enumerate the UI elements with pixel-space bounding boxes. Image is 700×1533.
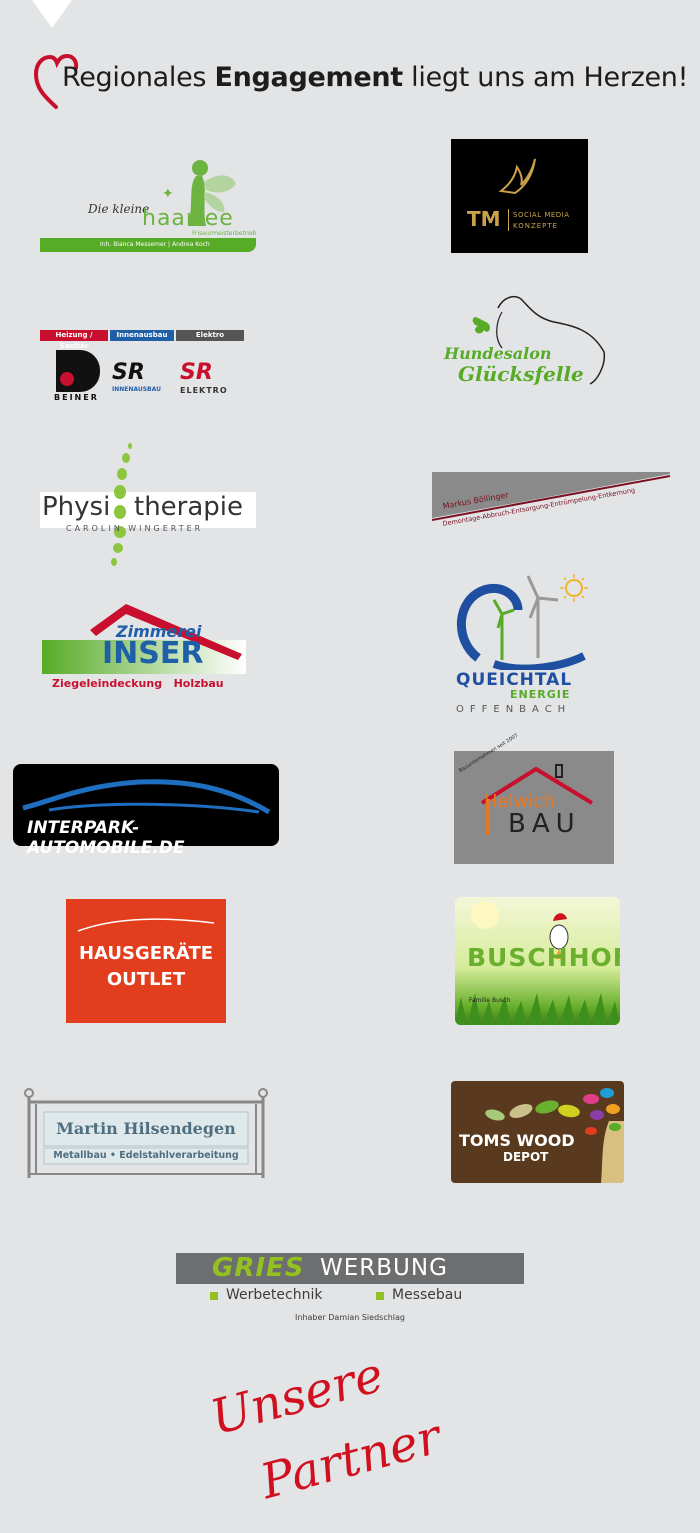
logo-haarfee[interactable]: ✦ Die kleine haarfee Friseurmeisterbetri… [38,150,258,254]
logo-gries-werbung[interactable]: GRIES WERBUNG Werbetechnik Messebau Inha… [176,1253,524,1329]
logo-interpark[interactable]: INTERPARK-AUTOMOBILE.DE [13,764,279,858]
sr-elektro-mark: SR [180,360,213,385]
zimmerei-line3: Ziegeleindeckung Holzbau [52,677,224,690]
zimmerei-line2: INSER [102,636,204,671]
haarfee-name: haarfee [142,206,234,231]
physio-name-part2: therapie [134,492,244,522]
haarfee-sub: Friseurmeisterbetrieb [192,230,257,237]
car-icon [22,779,271,815]
buschhof-family: Familie Busch [469,997,511,1004]
tomswood-line2: DEPOT [503,1150,549,1164]
haarfee-owners: Inh. Bianca Messemer | Andrea Koch [100,241,210,248]
logo-hausgeraete-outlet[interactable]: HAUSGERÄTE OUTLET [66,899,226,1023]
phoenix-icon [498,158,536,195]
logo-tm-social-media[interactable]: TM SOCIAL MEDIA KONZEPTE [451,139,588,253]
hundesalon-line2: Glücksfelle [458,362,584,386]
gries-brand: GRIES [212,1253,305,1283]
hilsendegen-name: Martin Hilsendegen [56,1119,236,1138]
swoosh-icon [77,918,215,932]
spine-icon [111,443,132,566]
svg-text:✦: ✦ [162,186,174,202]
queichtal-line3: OFFENBACH [456,704,572,715]
logo-buschhof[interactable]: BUSCHHOF Familie Busch [455,897,620,1025]
logo-toms-wood-depot[interactable]: TOMS WOOD DEPOT [451,1081,624,1183]
beiner-name: BEINER [54,393,99,402]
page-headline: Regionales Engagement liegt uns am Herze… [62,62,688,93]
tm-mark: TM [467,207,501,231]
sr-innenausbau-sub: INNENAUSBAU [112,386,161,393]
tm-line1: SOCIAL MEDIA [513,211,570,219]
hausgeraete-line2: OUTLET [106,969,186,990]
logo-boellinger[interactable]: Markus Böllinger Demontage-Abbruch-Entso… [432,472,672,532]
top-notch [32,0,72,28]
headline-post: liegt uns am Herzen! [402,62,689,93]
headline-bold: Engagement [214,62,403,93]
buschhof-name: BUSCHHOF [467,943,620,972]
bullet-icon [210,1292,218,1300]
hundesalon-line1: Hundesalon [444,344,552,363]
logo-zimmerei-inser[interactable]: Zimmerei INSER Ziegeleindeckung Holzbau [42,600,248,694]
logo-physiotherapie[interactable]: Physi therapie CAROLIN WINGERTER [40,440,258,570]
physio-sub: CAROLIN WINGERTER [66,524,204,533]
logo-helwich-bau[interactable]: Bauunternehmen seit 2007 Helwich BAU [454,733,614,864]
bullet-icon [376,1292,384,1300]
tm-line2: KONZEPTE [513,222,559,230]
windmill-icon [457,574,588,670]
logo-queichtal[interactable]: QUEICHTAL ENERGIE OFFENBACH [454,570,596,718]
haarfee-script: Die kleine [88,202,150,216]
tomswood-line1: TOMS WOOD [459,1131,575,1150]
tm-divider [508,209,509,231]
beiner-dot [60,372,74,386]
beiner-cat-elektro: Elektro [176,330,244,341]
hilsendegen-sub: Metallbau • Edelstahlverarbeitung [53,1150,239,1161]
gries-werbetechnik: Werbetechnik [226,1287,323,1303]
logo-hundesalon[interactable]: Hundesalon Glücksfelle [438,288,608,392]
beiner-b-mark [56,350,100,392]
interpark-name: INTERPARK-AUTOMOBILE.DE [27,818,185,858]
gries-owner: Inhaber Damian Siedschlag [295,1313,405,1322]
logo-beiner-sr[interactable]: Heizung / Sanitär Innenausbau Elektro BE… [40,330,244,404]
sr-innenausbau-mark: SR [112,360,145,385]
sr-elektro-sub: ELEKTRO [180,386,228,395]
logo-hilsendegen[interactable]: Martin Hilsendegen Metallbau • Edelstahl… [22,1086,270,1180]
queichtal-line2: ENERGIE [510,688,571,701]
beiner-cat-heizung: Heizung / Sanitär [40,330,108,350]
beiner-cat-innenausbau: Innenausbau [110,330,174,341]
helwich-line2: BAU [508,809,581,839]
gries-messebau: Messebau [392,1287,463,1303]
headline-pre: Regionales [62,62,215,93]
gries-werbung: WERBUNG [320,1255,448,1281]
hausgeraete-line1: HAUSGERÄTE [78,943,214,964]
queichtal-line1: QUEICHTAL [456,670,573,690]
